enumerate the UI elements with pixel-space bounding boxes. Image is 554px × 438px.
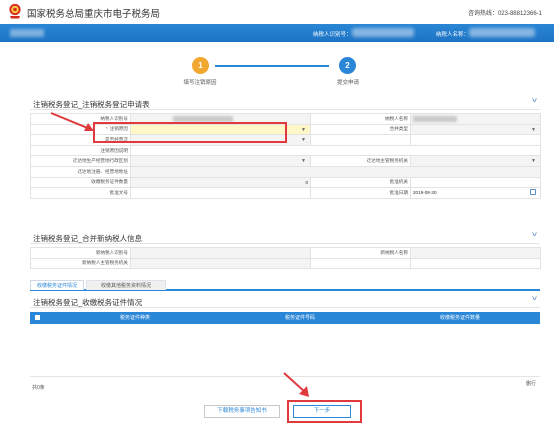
section-title: 注销税务登记_注销税务登记申请表 bbox=[33, 100, 150, 109]
chevron-down-icon[interactable]: v bbox=[532, 232, 537, 238]
approval-authority-input[interactable] bbox=[410, 176, 541, 189]
column-header[interactable]: 税务证件种类 bbox=[50, 312, 220, 324]
dropdown-arrow-icon: ▼ bbox=[531, 126, 536, 133]
empty-cell bbox=[410, 257, 541, 270]
merge-info-table: 新纳税人识别号 新纳税人名称 新纳税人主管税务机关 bbox=[30, 247, 541, 270]
form-row: 新纳税人识别号 新纳税人名称 bbox=[30, 247, 541, 259]
form-row: 迁达地生产经营地行政区划 ▼ 迁达地主管税务机关 ▼ bbox=[30, 155, 541, 167]
hotline-text: 咨询热线：023-88812366-1 bbox=[467, 11, 542, 17]
section-cancellation-form-header[interactable]: 注销税务登记_注销税务登记申请表 v bbox=[30, 96, 540, 110]
dropdown-arrow-icon: ▼ bbox=[531, 158, 536, 165]
select-all-checkbox[interactable] bbox=[35, 315, 40, 320]
form-row: 收缴税务证件数量 0 批准机关 bbox=[30, 176, 541, 189]
annotation-arrow-icon bbox=[50, 112, 94, 131]
download-notice-button[interactable]: 下载税务事项告知书 bbox=[204, 405, 280, 418]
section-title: 注销税务登记_收缴税务证件情况 bbox=[33, 298, 143, 307]
certificate-grid-header: 税务证件种类 税务证件号码 收缴税务证件数量 bbox=[30, 312, 540, 324]
approval-number-input[interactable] bbox=[130, 187, 311, 199]
chevron-down-icon[interactable]: v bbox=[532, 296, 537, 302]
dest-region-select[interactable]: ▼ bbox=[130, 155, 311, 167]
taxpayer-id-label: 纳税人识别号： bbox=[313, 32, 352, 38]
empty-cell bbox=[410, 134, 541, 146]
form-row: 迁达地注册、经营地地址 bbox=[30, 165, 541, 178]
new-tax-authority-field bbox=[130, 257, 311, 270]
merge-type-select[interactable]: ▼ bbox=[410, 123, 541, 136]
step-1-label: 填写注销原因 bbox=[183, 80, 217, 86]
form-row: 新纳税人主管税务机关 bbox=[30, 257, 541, 270]
section-certificate-header[interactable]: 注销税务登记_收缴税务证件情况 v bbox=[30, 294, 540, 308]
empty-label bbox=[310, 257, 411, 270]
approval-date-value: 2019-08-30 bbox=[413, 190, 437, 196]
new-taxpayer-name-field bbox=[410, 247, 541, 259]
taxpayer-name-field bbox=[410, 113, 541, 125]
certificate-grid-body bbox=[30, 324, 540, 376]
redacted-value bbox=[173, 115, 233, 122]
step-1-indicator: 1 bbox=[192, 57, 209, 74]
redacted-value bbox=[413, 115, 457, 122]
reason-description-label: 注销原因说明 bbox=[30, 144, 131, 157]
approval-date-label: 批准日期 bbox=[310, 187, 411, 199]
taxpayer-name-label: 纳税人名称： bbox=[436, 32, 470, 38]
new-taxpayer-id-label: 新纳税人识别号 bbox=[30, 247, 131, 259]
top-bar: 国家税务总局重庆市电子税务局 咨询热线：023-88812366-1 bbox=[0, 0, 554, 24]
tab-certificate-collection[interactable]: 收缴税务证件情况 bbox=[30, 280, 84, 290]
step-progress-line bbox=[215, 65, 329, 67]
dropdown-arrow-icon: ▼ bbox=[301, 158, 306, 165]
new-taxpayer-name-label: 新纳税人名称 bbox=[310, 247, 411, 259]
step-2-label: 提交申请 bbox=[336, 80, 360, 86]
annotation-highlight-box bbox=[93, 122, 287, 143]
dest-address-input[interactable] bbox=[130, 165, 541, 178]
merge-type-label: 合并类型 bbox=[310, 123, 411, 136]
dest-tax-authority-select[interactable]: ▼ bbox=[410, 155, 541, 167]
new-tax-authority-label: 新纳税人主管税务机关 bbox=[30, 257, 131, 270]
dropdown-arrow-icon: ▼ bbox=[301, 137, 306, 144]
taxpayer-name-label: 纳税人名称 bbox=[310, 113, 411, 125]
tab-bar: 收缴税务证件情况 收缴其他税务资料情况 bbox=[30, 280, 540, 291]
dest-region-label: 迁达地生产经营地行政区划 bbox=[30, 155, 131, 167]
approval-number-label: 批准文号 bbox=[30, 187, 131, 199]
form-row: 注销原因说明 bbox=[30, 144, 541, 157]
section-merge-info-header[interactable]: 注销税务登记_合并新纳税人信息 v bbox=[30, 230, 540, 244]
dropdown-arrow-icon: ▼ bbox=[301, 126, 306, 133]
form-row: 批准文号 批准日期 2019-08-30 bbox=[30, 187, 541, 199]
record-count: 共0条 bbox=[32, 385, 45, 391]
new-taxpayer-id-field bbox=[130, 247, 311, 259]
certificate-count-field[interactable]: 0 bbox=[130, 176, 311, 189]
reason-description-input[interactable] bbox=[130, 144, 541, 157]
annotation-highlight-box bbox=[287, 400, 362, 423]
column-header[interactable]: 税务证件号码 bbox=[220, 312, 380, 324]
empty-label bbox=[310, 134, 411, 146]
taxpayer-name-redacted bbox=[469, 28, 535, 37]
annotation-arrow-icon bbox=[283, 372, 309, 397]
chevron-down-icon[interactable]: v bbox=[532, 98, 537, 104]
tax-emblem-icon bbox=[9, 3, 21, 19]
certificate-count-label: 收缴税务证件数量 bbox=[30, 176, 131, 189]
dest-tax-authority-label: 迁达地主管税务机关 bbox=[310, 155, 411, 167]
site-title: 国家税务总局重庆市电子税务局 bbox=[27, 9, 161, 20]
section-title: 注销税务登记_合并新纳税人信息 bbox=[33, 234, 143, 243]
dest-address-label: 迁达地注册、经营地地址 bbox=[30, 165, 131, 178]
step-2-indicator: 2 bbox=[339, 57, 356, 74]
approval-date-input[interactable]: 2019-08-30 bbox=[410, 187, 541, 199]
tab-other-materials[interactable]: 收缴其他税务资料情况 bbox=[86, 280, 166, 290]
delete-row-button[interactable]: 删行 bbox=[526, 380, 536, 387]
approval-authority-label: 批准机关 bbox=[310, 176, 411, 189]
taxpayer-id-redacted bbox=[352, 28, 414, 37]
blurred-logo bbox=[10, 29, 44, 37]
column-header[interactable]: 收缴税务证件数量 bbox=[380, 312, 540, 324]
calendar-icon[interactable] bbox=[530, 189, 536, 196]
